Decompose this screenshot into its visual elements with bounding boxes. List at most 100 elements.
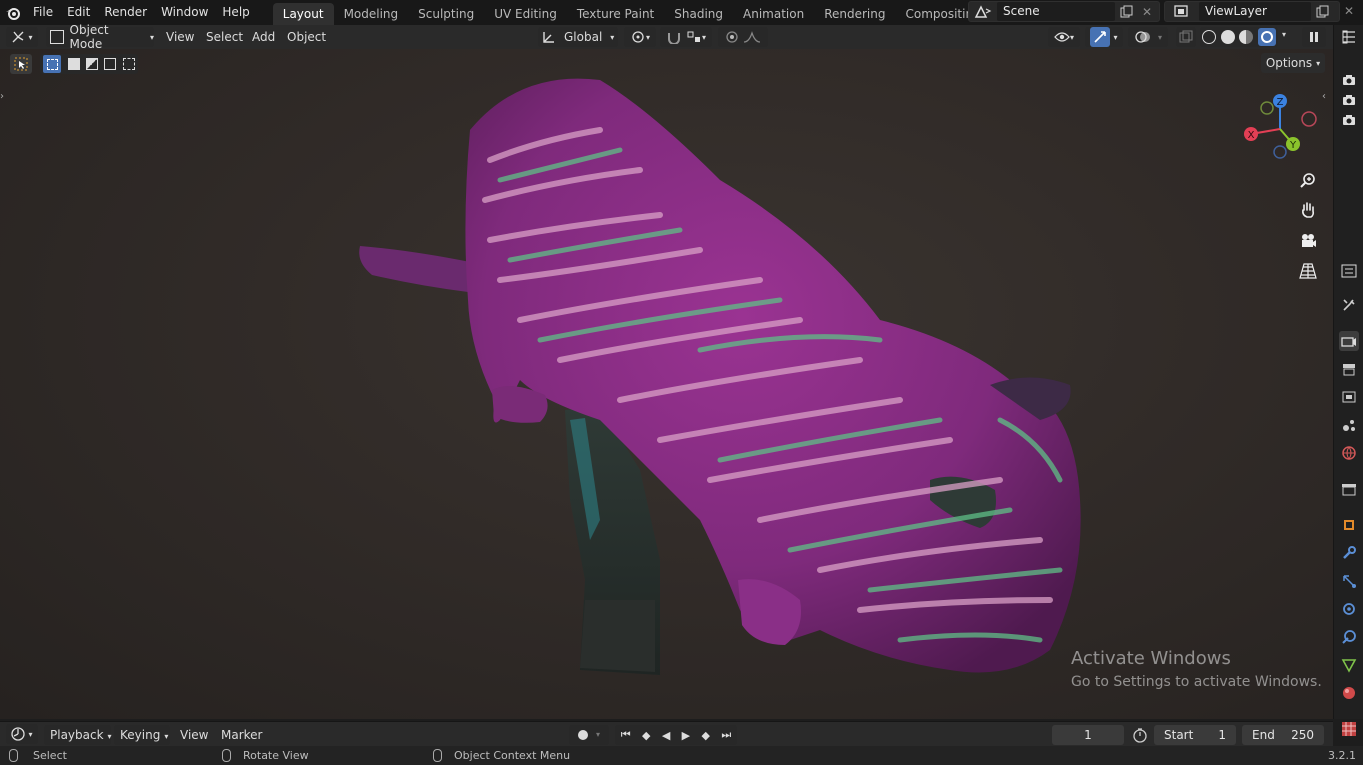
activate-windows-subtitle: Go to Settings to activate Windows. (1071, 674, 1322, 690)
render-camera-icon-1[interactable] (1339, 70, 1359, 90)
editor-type-button[interactable]: ▾ (6, 27, 38, 47)
navigation-gizmo[interactable]: Z X Y (1240, 89, 1320, 169)
physics-properties-icon[interactable] (1339, 599, 1359, 619)
falloff-icon (743, 31, 761, 43)
view-layer-properties-icon[interactable] (1339, 387, 1359, 407)
menu-window[interactable]: Window (154, 0, 215, 25)
new-view-layer-icon[interactable] (1311, 5, 1333, 18)
sidebar-expand-arrow-icon[interactable]: ‹ (1322, 91, 1326, 102)
start-frame-field[interactable]: Start 1 (1154, 725, 1236, 745)
menu-select[interactable]: Select (206, 25, 243, 49)
tab-animation[interactable]: Animation (733, 3, 814, 26)
menu-render[interactable]: Render (97, 0, 154, 25)
zoom-button[interactable] (1296, 168, 1320, 192)
world-properties-icon[interactable] (1339, 443, 1359, 463)
workspace-tabs: Layout Modeling Sculpting UV Editing Tex… (272, 0, 1090, 26)
proportional-editing-toggle[interactable] (718, 27, 768, 47)
delete-scene-icon[interactable]: ✕ (1137, 5, 1157, 19)
menu-object[interactable]: Object (287, 25, 326, 49)
render-camera-icon-3[interactable] (1339, 110, 1359, 130)
play-reverse-icon[interactable]: ◀ (662, 729, 670, 742)
new-scene-icon[interactable] (1115, 5, 1137, 18)
xray-toggle[interactable] (1176, 27, 1196, 47)
material-properties-icon[interactable] (1339, 683, 1359, 703)
jump-start-icon[interactable]: ⏮ (621, 728, 631, 742)
tab-shading[interactable]: Shading (664, 3, 733, 26)
blender-logo-icon[interactable] (0, 0, 26, 25)
pause-render-button[interactable] (1302, 27, 1326, 47)
options-dropdown[interactable]: Options ▾ (1261, 53, 1325, 73)
tab-uv-editing[interactable]: UV Editing (484, 3, 567, 26)
tab-rendering[interactable]: Rendering (814, 3, 895, 26)
select-tool-button[interactable] (10, 54, 32, 74)
overlays-icon (1135, 31, 1150, 43)
scene-name-field[interactable]: Scene (997, 2, 1115, 21)
perspective-toggle-button[interactable] (1296, 259, 1320, 283)
delete-view-layer-icon[interactable]: ✕ (1344, 4, 1354, 18)
object-properties-icon[interactable] (1339, 515, 1359, 535)
timeline-editor-type-button[interactable]: ▾ (6, 724, 38, 744)
data-properties-icon[interactable] (1339, 655, 1359, 675)
render-properties-icon[interactable] (1339, 331, 1359, 351)
tab-layout[interactable]: Layout (272, 2, 334, 26)
timeline-view-menu[interactable]: View (180, 725, 208, 745)
toolbar-expand-arrow-icon[interactable]: › (0, 91, 4, 102)
playback-menu[interactable]: Playback ▾ (44, 725, 112, 745)
camera-view-button[interactable] (1296, 229, 1320, 253)
snap-toggle[interactable]: ▾ (660, 27, 712, 47)
3d-viewport[interactable]: Options ▾ › ‹ Z X Y Activate Windows Go … (0, 49, 1333, 719)
transform-orientation-dropdown[interactable]: Global ▾ (538, 27, 618, 47)
view-layer-name-field[interactable]: ViewLayer (1199, 2, 1311, 21)
scene-icon (969, 4, 997, 19)
select-new-icon[interactable] (43, 55, 62, 73)
overlays-toggle[interactable]: ▾ (1128, 27, 1168, 47)
preview-range-stopwatch-icon[interactable] (1132, 727, 1148, 743)
render-camera-icon-2[interactable] (1339, 90, 1359, 110)
play-icon[interactable]: ▶ (682, 729, 690, 742)
pan-button[interactable] (1296, 198, 1320, 222)
material-shading-icon[interactable] (1239, 30, 1254, 44)
solid-shading-icon[interactable] (1220, 30, 1235, 44)
jump-keyframe-back-icon[interactable]: ◆ (642, 729, 650, 742)
texture-properties-icon[interactable] (1339, 719, 1359, 739)
menu-file[interactable]: File (26, 0, 60, 25)
menu-help[interactable]: Help (215, 0, 256, 25)
sidebar-toggle-icon[interactable] (1339, 27, 1359, 47)
jump-end-icon[interactable]: ⏭ (721, 728, 731, 742)
shading-modes[interactable] (1200, 27, 1278, 47)
pivot-point-dropdown[interactable]: ▾ (624, 27, 656, 47)
wireframe-shading-icon[interactable] (1202, 30, 1217, 44)
menu-edit[interactable]: Edit (60, 0, 97, 25)
output-properties-icon[interactable] (1339, 359, 1359, 379)
select-invert-icon[interactable] (104, 58, 117, 70)
tab-modeling[interactable]: Modeling (334, 3, 409, 26)
tool-settings-icon[interactable] (1339, 295, 1359, 315)
select-extend-icon[interactable] (67, 58, 80, 70)
tab-texture-paint[interactable]: Texture Paint (567, 3, 664, 26)
mode-dropdown[interactable]: Object Mode ▾ (46, 23, 154, 51)
collection-properties-icon[interactable] (1339, 479, 1359, 499)
gizmo-toggle[interactable]: ▾ (1085, 27, 1123, 47)
current-frame-field[interactable]: 1 (1052, 725, 1124, 745)
view-layer-selector[interactable]: ViewLayer (1164, 1, 1340, 22)
shading-options-chevron-icon[interactable]: ▾ (1282, 30, 1286, 39)
tab-sculpting[interactable]: Sculpting (408, 3, 484, 26)
jump-keyframe-forward-icon[interactable]: ◆ (702, 729, 710, 742)
select-intersect-icon[interactable] (122, 58, 135, 70)
auto-keying-toggle[interactable]: ▾ (569, 725, 609, 745)
menu-add[interactable]: Add (252, 25, 275, 49)
scene-properties-icon[interactable] (1339, 415, 1359, 435)
constraint-properties-icon[interactable] (1339, 627, 1359, 647)
scene-selector[interactable]: Scene ✕ (968, 1, 1160, 22)
properties-editor-icon[interactable] (1339, 261, 1359, 281)
select-subtract-icon[interactable] (85, 58, 98, 70)
end-frame-field[interactable]: End 250 (1242, 725, 1324, 745)
timeline-marker-menu[interactable]: Marker (221, 725, 262, 745)
particle-properties-icon[interactable] (1339, 571, 1359, 591)
keying-label: Keying (120, 728, 161, 742)
object-visibility-dropdown[interactable]: ▾ (1048, 27, 1080, 47)
menu-view[interactable]: View (166, 25, 194, 49)
modifier-properties-icon[interactable] (1339, 543, 1359, 563)
keying-menu[interactable]: Keying ▾ (114, 725, 170, 745)
rendered-shading-icon[interactable] (1257, 28, 1276, 46)
